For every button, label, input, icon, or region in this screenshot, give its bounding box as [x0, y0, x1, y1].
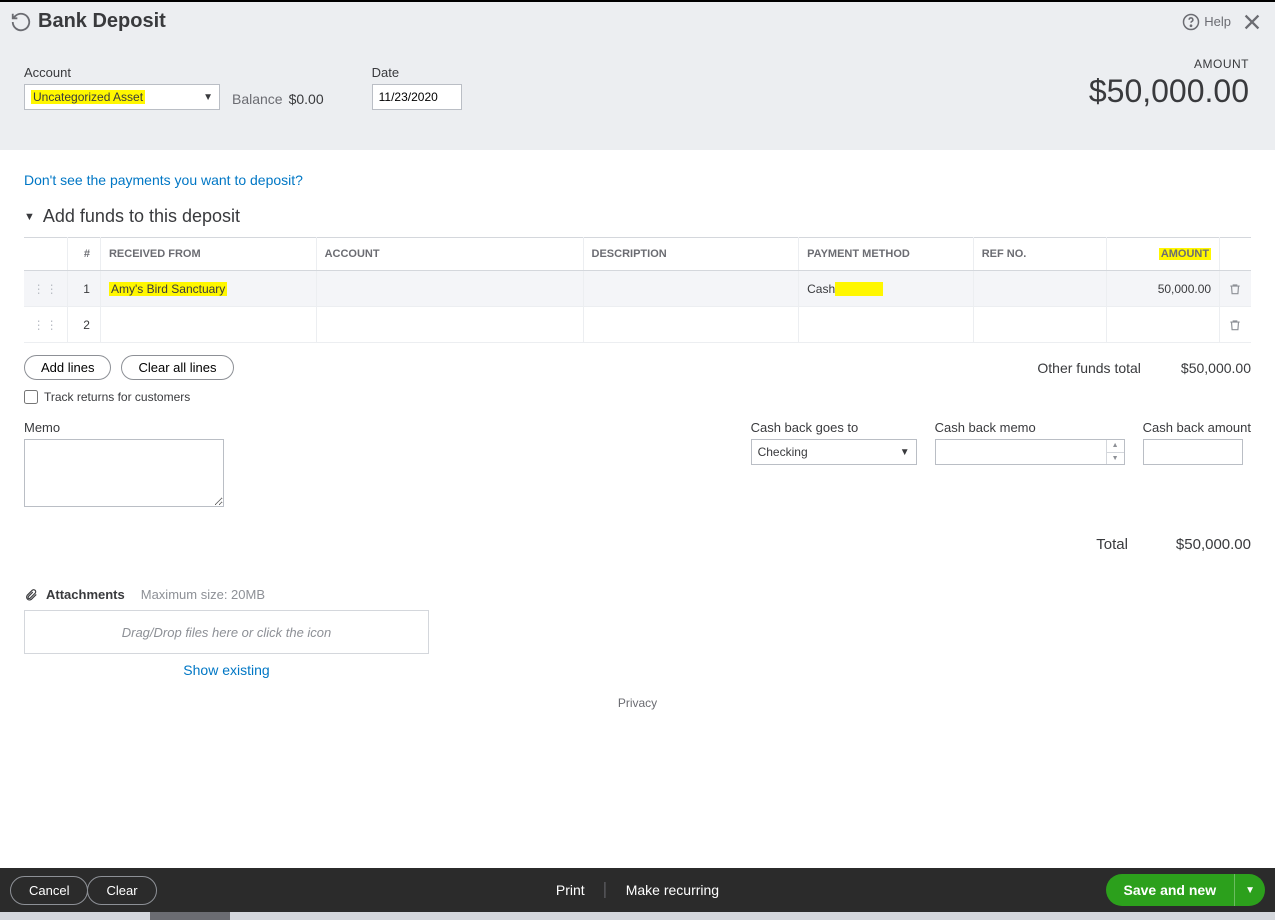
clear-lines-button[interactable]: Clear all lines [121, 355, 233, 380]
date-input[interactable] [372, 84, 462, 110]
account-select[interactable]: Uncategorized Asset ▼ [24, 84, 220, 110]
section-title-text: Add funds to this deposit [43, 206, 240, 227]
amount-cell[interactable]: 50,000.00 [1107, 271, 1220, 307]
cancel-button[interactable]: Cancel [10, 876, 88, 905]
other-total-value: $50,000.00 [1181, 360, 1251, 376]
amount-value: $50,000.00 [1089, 73, 1249, 110]
col-num: # [68, 238, 101, 271]
memo-input[interactable] [24, 439, 224, 507]
account-cell[interactable] [316, 271, 583, 307]
paperclip-icon [24, 588, 38, 602]
account-cell[interactable] [316, 307, 583, 343]
stepper-down-icon[interactable]: ▼ [1107, 453, 1124, 465]
save-and-new-button[interactable]: Save and new ▼ [1106, 874, 1266, 906]
close-icon[interactable] [1241, 11, 1263, 33]
payment-method-cell[interactable]: Cash [799, 271, 974, 307]
refno-cell[interactable] [973, 271, 1106, 307]
attachments-title: Attachments [46, 587, 125, 602]
col-account: ACCOUNT [316, 238, 583, 271]
triangle-down-icon: ▼ [24, 211, 35, 223]
print-button[interactable]: Print [556, 882, 585, 898]
description-cell[interactable] [583, 271, 799, 307]
drag-handle-icon[interactable]: ⋮⋮ [33, 318, 59, 332]
row-num: 1 [68, 271, 101, 307]
col-ref-no: REF NO. [973, 238, 1106, 271]
cashback-memo-label: Cash back memo [935, 420, 1125, 435]
help-button[interactable]: Help [1182, 13, 1231, 31]
attachments-dropzone[interactable]: Drag/Drop files here or click the icon [24, 610, 429, 654]
col-description: DESCRIPTION [583, 238, 799, 271]
balance-label: Balance [232, 91, 283, 107]
row-num: 2 [68, 307, 101, 343]
drag-handle-icon[interactable]: ⋮⋮ [33, 282, 59, 296]
stepper[interactable]: ▲ ▼ [1106, 440, 1124, 464]
history-icon[interactable] [10, 11, 32, 33]
add-lines-button[interactable]: Add lines [24, 355, 111, 380]
col-received-from: RECEIVED FROM [100, 238, 316, 271]
received-from-cell[interactable] [100, 307, 316, 343]
privacy-link[interactable]: Privacy [24, 696, 1251, 710]
track-returns-label: Track returns for customers [44, 390, 190, 404]
clear-button[interactable]: Clear [87, 876, 156, 905]
payments-link[interactable]: Don't see the payments you want to depos… [24, 172, 1251, 188]
attachments-maxsize: Maximum size: 20MB [141, 587, 265, 602]
add-funds-toggle[interactable]: ▼ Add funds to this deposit [24, 206, 1251, 227]
date-label: Date [372, 65, 462, 80]
table-row[interactable]: ⋮⋮ 1 Amy's Bird Sanctuary Cash 50,000.00 [24, 271, 1251, 307]
cashback-goesto-label: Cash back goes to [751, 420, 917, 435]
save-dropdown-icon[interactable]: ▼ [1234, 874, 1265, 906]
chevron-down-icon: ▼ [900, 447, 910, 458]
balance-value: $0.00 [289, 91, 324, 107]
col-payment-method: PAYMENT METHOD [799, 238, 974, 271]
chevron-down-icon: ▼ [203, 92, 213, 103]
track-returns-checkbox[interactable] [24, 390, 38, 404]
stepper-up-icon[interactable]: ▲ [1107, 440, 1124, 453]
account-value: Uncategorized Asset [31, 90, 145, 104]
cashback-goesto-select[interactable]: Checking ▼ [751, 439, 917, 465]
memo-label: Memo [24, 420, 224, 435]
page-title: Bank Deposit [38, 10, 1182, 33]
account-label: Account [24, 65, 220, 80]
refno-cell[interactable] [973, 307, 1106, 343]
total-label: Total [1096, 536, 1128, 553]
cashback-goesto-value: Checking [758, 445, 808, 459]
amount-cell[interactable] [1107, 307, 1220, 343]
cashback-memo-input[interactable] [936, 440, 1106, 464]
help-label: Help [1204, 14, 1231, 29]
payment-method-cell[interactable] [799, 307, 974, 343]
col-amount: AMOUNT [1107, 238, 1220, 271]
table-row[interactable]: ⋮⋮ 2 [24, 307, 1251, 343]
make-recurring-button[interactable]: Make recurring [626, 882, 719, 898]
cashback-amount-input[interactable] [1143, 439, 1243, 465]
dropzone-text: Drag/Drop files here or click the icon [122, 625, 332, 640]
save-label: Save and new [1106, 874, 1235, 906]
delete-row-icon[interactable] [1220, 271, 1251, 307]
amount-caption: AMOUNT [1089, 57, 1249, 71]
cashback-amount-label: Cash back amount [1143, 420, 1251, 435]
received-from-cell[interactable]: Amy's Bird Sanctuary [109, 282, 227, 296]
delete-row-icon[interactable] [1220, 307, 1251, 343]
description-cell[interactable] [583, 307, 799, 343]
other-total-label: Other funds total [1037, 360, 1141, 376]
total-value: $50,000.00 [1176, 536, 1251, 553]
show-existing-link[interactable]: Show existing [183, 662, 269, 678]
